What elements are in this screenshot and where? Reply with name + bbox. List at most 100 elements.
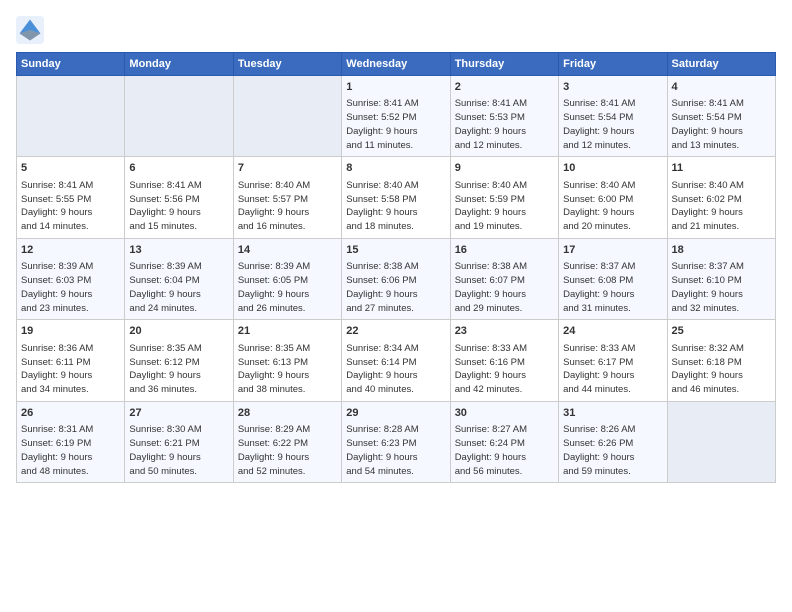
day-detail: Sunrise: 8:40 AM Sunset: 5:57 PM Dayligh…	[238, 179, 337, 234]
calendar-header-row: SundayMondayTuesdayWednesdayThursdayFrid…	[17, 53, 776, 76]
calendar-cell	[667, 401, 775, 482]
calendar-cell: 12 Sunrise: 8:39 AM Sunset: 6:03 PM Dayli…	[17, 238, 125, 319]
day-detail: Sunrise: 8:41 AM Sunset: 5:54 PM Dayligh…	[672, 97, 771, 152]
calendar-cell	[125, 76, 233, 157]
day-detail: Sunrise: 8:41 AM Sunset: 5:52 PM Dayligh…	[346, 97, 445, 152]
day-detail: Sunrise: 8:40 AM Sunset: 5:59 PM Dayligh…	[455, 179, 554, 234]
day-detail: Sunrise: 8:28 AM Sunset: 6:23 PM Dayligh…	[346, 423, 445, 478]
calendar-cell: 23 Sunrise: 8:33 AM Sunset: 6:16 PM Dayli…	[450, 320, 558, 401]
day-detail: Sunrise: 8:40 AM Sunset: 6:00 PM Dayligh…	[563, 179, 662, 234]
header-friday: Friday	[559, 53, 667, 76]
day-detail: Sunrise: 8:37 AM Sunset: 6:08 PM Dayligh…	[563, 260, 662, 315]
day-number: 6	[129, 161, 228, 176]
header-tuesday: Tuesday	[233, 53, 341, 76]
day-number: 9	[455, 161, 554, 176]
day-detail: Sunrise: 8:38 AM Sunset: 6:06 PM Dayligh…	[346, 260, 445, 315]
calendar-cell: 5 Sunrise: 8:41 AM Sunset: 5:55 PM Daylig…	[17, 157, 125, 238]
day-number: 25	[672, 324, 771, 339]
day-number: 26	[21, 406, 120, 421]
calendar-week-5: 26 Sunrise: 8:31 AM Sunset: 6:19 PM Dayli…	[17, 401, 776, 482]
day-detail: Sunrise: 8:40 AM Sunset: 6:02 PM Dayligh…	[672, 179, 771, 234]
calendar-cell: 8 Sunrise: 8:40 AM Sunset: 5:58 PM Daylig…	[342, 157, 450, 238]
logo	[16, 16, 48, 44]
calendar-cell: 4 Sunrise: 8:41 AM Sunset: 5:54 PM Daylig…	[667, 76, 775, 157]
calendar-cell: 25 Sunrise: 8:32 AM Sunset: 6:18 PM Dayli…	[667, 320, 775, 401]
day-number: 19	[21, 324, 120, 339]
calendar-week-3: 12 Sunrise: 8:39 AM Sunset: 6:03 PM Dayli…	[17, 238, 776, 319]
day-number: 5	[21, 161, 120, 176]
calendar-week-4: 19 Sunrise: 8:36 AM Sunset: 6:11 PM Dayli…	[17, 320, 776, 401]
day-detail: Sunrise: 8:39 AM Sunset: 6:04 PM Dayligh…	[129, 260, 228, 315]
calendar-cell: 26 Sunrise: 8:31 AM Sunset: 6:19 PM Dayli…	[17, 401, 125, 482]
calendar-cell: 22 Sunrise: 8:34 AM Sunset: 6:14 PM Dayli…	[342, 320, 450, 401]
calendar-cell: 1 Sunrise: 8:41 AM Sunset: 5:52 PM Daylig…	[342, 76, 450, 157]
header-wednesday: Wednesday	[342, 53, 450, 76]
day-detail: Sunrise: 8:26 AM Sunset: 6:26 PM Dayligh…	[563, 423, 662, 478]
day-number: 18	[672, 243, 771, 258]
day-number: 28	[238, 406, 337, 421]
calendar-cell: 28 Sunrise: 8:29 AM Sunset: 6:22 PM Dayli…	[233, 401, 341, 482]
day-detail: Sunrise: 8:41 AM Sunset: 5:56 PM Dayligh…	[129, 179, 228, 234]
day-number: 14	[238, 243, 337, 258]
header-thursday: Thursday	[450, 53, 558, 76]
header-saturday: Saturday	[667, 53, 775, 76]
day-number: 4	[672, 80, 771, 95]
day-detail: Sunrise: 8:35 AM Sunset: 6:13 PM Dayligh…	[238, 342, 337, 397]
calendar-cell: 7Sunrise: 8:40 AM Sunset: 5:57 PM Daylig…	[233, 157, 341, 238]
calendar-cell: 30 Sunrise: 8:27 AM Sunset: 6:24 PM Dayli…	[450, 401, 558, 482]
day-detail: Sunrise: 8:39 AM Sunset: 6:03 PM Dayligh…	[21, 260, 120, 315]
calendar-cell: 11 Sunrise: 8:40 AM Sunset: 6:02 PM Dayli…	[667, 157, 775, 238]
day-number: 27	[129, 406, 228, 421]
day-number: 15	[346, 243, 445, 258]
day-number: 11	[672, 161, 771, 176]
calendar-table: SundayMondayTuesdayWednesdayThursdayFrid…	[16, 52, 776, 483]
day-number: 22	[346, 324, 445, 339]
day-detail: Sunrise: 8:32 AM Sunset: 6:18 PM Dayligh…	[672, 342, 771, 397]
day-number: 17	[563, 243, 662, 258]
day-detail: Sunrise: 8:39 AM Sunset: 6:05 PM Dayligh…	[238, 260, 337, 315]
calendar-cell: 16 Sunrise: 8:38 AM Sunset: 6:07 PM Dayli…	[450, 238, 558, 319]
day-number: 8	[346, 161, 445, 176]
calendar-cell: 31 Sunrise: 8:26 AM Sunset: 6:26 PM Dayli…	[559, 401, 667, 482]
calendar-cell: 27Sunrise: 8:30 AM Sunset: 6:21 PM Dayli…	[125, 401, 233, 482]
day-number: 10	[563, 161, 662, 176]
calendar-cell: 21 Sunrise: 8:35 AM Sunset: 6:13 PM Dayli…	[233, 320, 341, 401]
calendar-cell: 14 Sunrise: 8:39 AM Sunset: 6:05 PM Dayli…	[233, 238, 341, 319]
day-number: 31	[563, 406, 662, 421]
page-header	[16, 16, 776, 44]
day-detail: Sunrise: 8:34 AM Sunset: 6:14 PM Dayligh…	[346, 342, 445, 397]
day-detail: Sunrise: 8:41 AM Sunset: 5:55 PM Dayligh…	[21, 179, 120, 234]
day-number: 16	[455, 243, 554, 258]
calendar-cell: 29Sunrise: 8:28 AM Sunset: 6:23 PM Dayli…	[342, 401, 450, 482]
day-detail: Sunrise: 8:40 AM Sunset: 5:58 PM Dayligh…	[346, 179, 445, 234]
calendar-cell: 6 Sunrise: 8:41 AM Sunset: 5:56 PM Daylig…	[125, 157, 233, 238]
calendar-cell: 13 Sunrise: 8:39 AM Sunset: 6:04 PM Dayli…	[125, 238, 233, 319]
day-number: 2	[455, 80, 554, 95]
calendar-cell: 18 Sunrise: 8:37 AM Sunset: 6:10 PM Dayli…	[667, 238, 775, 319]
day-number: 21	[238, 324, 337, 339]
day-number: 12	[21, 243, 120, 258]
calendar-cell: 9 Sunrise: 8:40 AM Sunset: 5:59 PM Daylig…	[450, 157, 558, 238]
header-sunday: Sunday	[17, 53, 125, 76]
day-detail: Sunrise: 8:31 AM Sunset: 6:19 PM Dayligh…	[21, 423, 120, 478]
calendar-cell: 15 Sunrise: 8:38 AM Sunset: 6:06 PM Dayli…	[342, 238, 450, 319]
day-detail: Sunrise: 8:29 AM Sunset: 6:22 PM Dayligh…	[238, 423, 337, 478]
day-number: 13	[129, 243, 228, 258]
day-number: 24	[563, 324, 662, 339]
calendar-week-2: 5 Sunrise: 8:41 AM Sunset: 5:55 PM Daylig…	[17, 157, 776, 238]
day-number: 1	[346, 80, 445, 95]
day-detail: Sunrise: 8:33 AM Sunset: 6:16 PM Dayligh…	[455, 342, 554, 397]
day-number: 20	[129, 324, 228, 339]
day-number: 23	[455, 324, 554, 339]
calendar-cell	[233, 76, 341, 157]
day-detail: Sunrise: 8:38 AM Sunset: 6:07 PM Dayligh…	[455, 260, 554, 315]
calendar-cell: 2Sunrise: 8:41 AM Sunset: 5:53 PM Daylig…	[450, 76, 558, 157]
calendar-cell: 20Sunrise: 8:35 AM Sunset: 6:12 PM Dayli…	[125, 320, 233, 401]
day-detail: Sunrise: 8:27 AM Sunset: 6:24 PM Dayligh…	[455, 423, 554, 478]
day-detail: Sunrise: 8:33 AM Sunset: 6:17 PM Dayligh…	[563, 342, 662, 397]
day-number: 30	[455, 406, 554, 421]
day-number: 3	[563, 80, 662, 95]
day-detail: Sunrise: 8:41 AM Sunset: 5:54 PM Dayligh…	[563, 97, 662, 152]
day-detail: Sunrise: 8:36 AM Sunset: 6:11 PM Dayligh…	[21, 342, 120, 397]
day-detail: Sunrise: 8:37 AM Sunset: 6:10 PM Dayligh…	[672, 260, 771, 315]
